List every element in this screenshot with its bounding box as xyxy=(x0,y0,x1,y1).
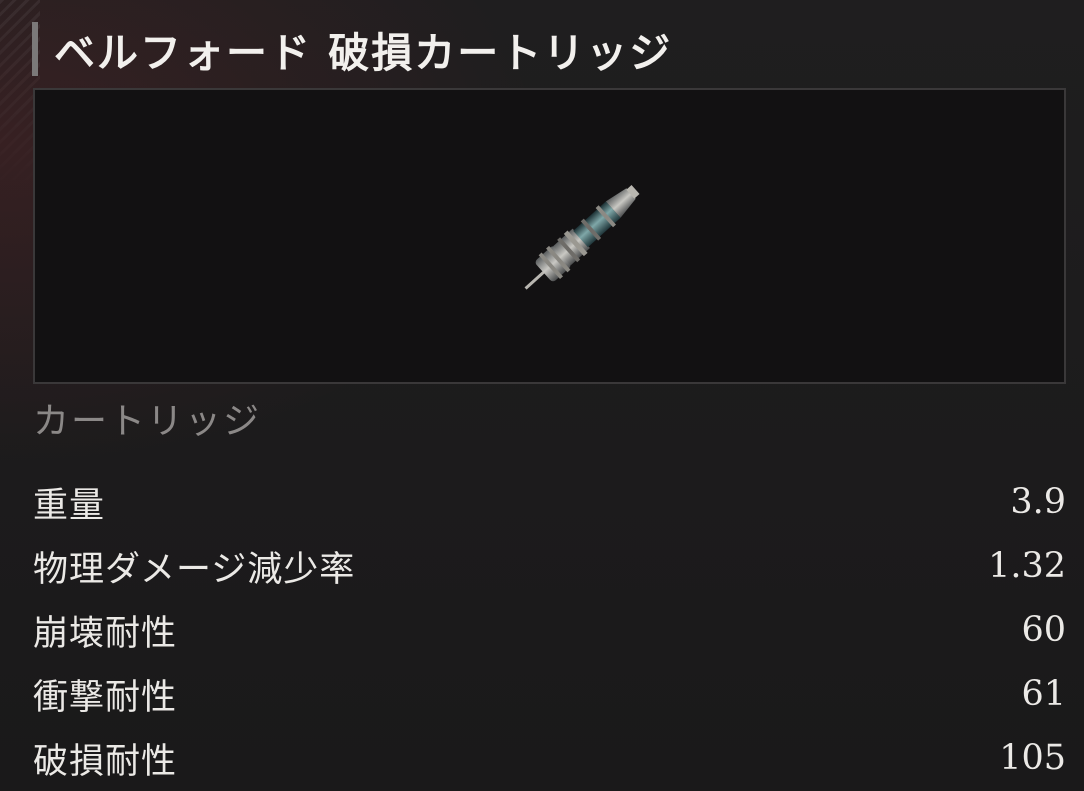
stat-row-breakage-resistance: 破損耐性 105 xyxy=(33,726,1066,790)
stat-row-impact-resistance: 衝撃耐性 61 xyxy=(33,662,1066,726)
stat-name: 破損耐性 xyxy=(33,741,178,782)
stat-name: 衝撃耐性 xyxy=(33,677,178,718)
stat-row-physical-damage-reduction: 物理ダメージ減少率 1.32 xyxy=(33,534,1066,598)
stat-value: 3.9 xyxy=(1010,482,1066,522)
stat-value: 1.32 xyxy=(988,546,1066,586)
stat-value: 61 xyxy=(1021,674,1066,714)
stat-value: 60 xyxy=(1021,610,1066,650)
item-title: ベルフォード 破損カートリッジ xyxy=(54,29,673,77)
item-image-frame xyxy=(33,88,1066,384)
stat-name: 崩壊耐性 xyxy=(33,613,178,654)
item-detail-panel: ベルフォード 破損カートリッジ カートリッジ 重量 3.9 物理ダメージ減少率 … xyxy=(0,0,1084,791)
title-accent-bar xyxy=(32,22,38,76)
item-category: カートリッジ xyxy=(33,401,262,442)
stat-row-weight: 重量 3.9 xyxy=(33,470,1066,534)
stat-value: 105 xyxy=(999,738,1066,778)
stat-row-collapse-resistance: 崩壊耐性 60 xyxy=(33,598,1066,662)
cartridge-icon xyxy=(524,185,640,290)
item-title-bar: ベルフォード 破損カートリッジ xyxy=(32,20,672,78)
stats-list: 重量 3.9 物理ダメージ減少率 1.32 崩壊耐性 60 衝撃耐性 61 破損… xyxy=(33,470,1066,790)
stat-name: 重量 xyxy=(33,485,106,526)
stat-name: 物理ダメージ減少率 xyxy=(33,549,356,590)
